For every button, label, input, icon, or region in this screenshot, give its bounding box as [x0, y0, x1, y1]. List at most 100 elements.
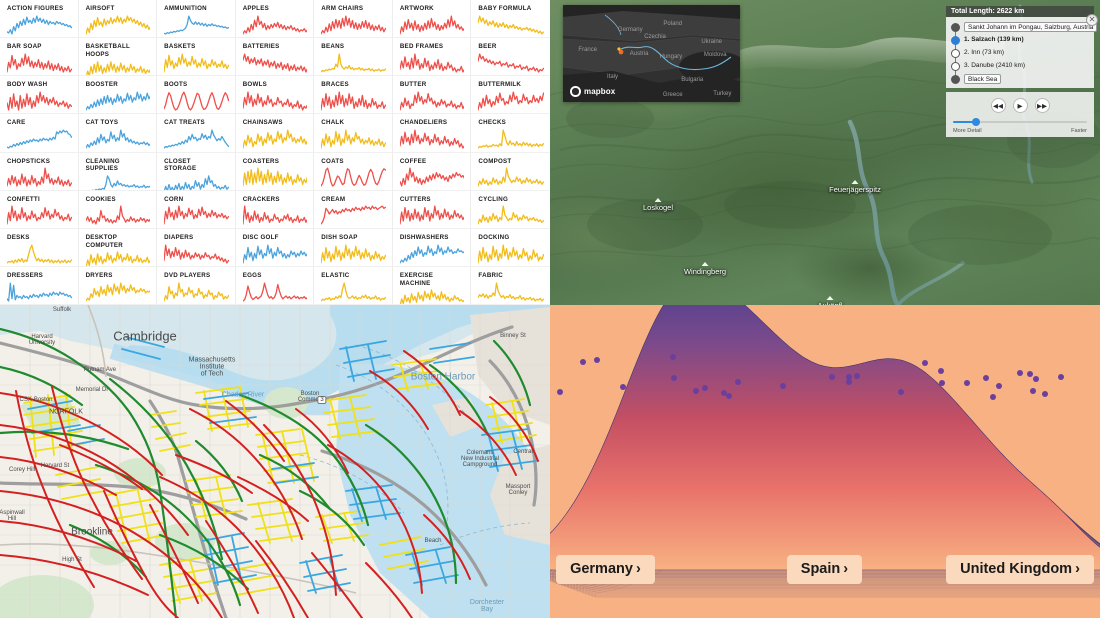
river-route-panel[interactable]: Total Length: 2622 km ✕ Sankt Johann im …	[946, 6, 1098, 137]
sparkline-cell[interactable]: CARE	[0, 114, 79, 153]
sparkline-cell[interactable]: AMMUNITION	[157, 0, 236, 39]
sparkline-label: COASTERS	[242, 157, 280, 165]
sparkline-cell[interactable]: DRYERS	[78, 266, 158, 305]
rail-dot-3[interactable]	[951, 62, 960, 71]
sparkline-cell[interactable]: DISHWASHERS	[392, 228, 472, 267]
fast-forward-icon[interactable]: ▶▶	[1034, 98, 1050, 113]
sparkline-cell[interactable]: BASKETBALL HOOPS	[78, 38, 158, 77]
playback-controls[interactable]: ◀◀ ▶ ▶▶ More Detail Faster	[946, 92, 1094, 137]
sparkline-label: CHAINSAWS	[242, 119, 283, 127]
sparkline-cell[interactable]: EXERCISE MACHINE	[392, 266, 472, 305]
country-label-spain: Spain	[800, 561, 841, 577]
sparkline-cell[interactable]: CUTTERS	[392, 190, 472, 229]
route-segment-3[interactable]: 3. Danube (2410 km)	[964, 61, 1097, 71]
country-button-row: Germany › Spain › United Kingdom ›	[550, 555, 1100, 584]
sparkline-cell[interactable]: EGGS	[235, 266, 315, 305]
sparkline-cell[interactable]: ARTWORK	[392, 0, 472, 39]
ridgeline-chart-panel[interactable]: Germany › Spain › United Kingdom ›	[550, 305, 1100, 618]
sparkline-cell[interactable]: CHOPSTICKS	[0, 152, 79, 191]
sparkline-cell[interactable]: COATS	[314, 152, 393, 191]
sparkline-plot	[164, 243, 229, 264]
sparkline-cell[interactable]: COFFEE	[392, 152, 472, 191]
sparkline-cell[interactable]: CORN	[157, 190, 236, 229]
sparkline-cell[interactable]: CHECKS	[471, 114, 550, 153]
boston-map-canvas[interactable]	[0, 305, 550, 618]
sparkline-plot	[7, 166, 72, 187]
peak-label-text: Windingberg	[683, 267, 727, 276]
sparkline-cell[interactable]: BUTTER	[392, 76, 472, 115]
sparkline-cell[interactable]: AIRSOFT	[78, 0, 158, 39]
country-button-united-kingdom[interactable]: United Kingdom ›	[946, 555, 1094, 584]
rail-dot-1[interactable]	[951, 36, 960, 45]
sparkline-cell[interactable]: BABY FORMULA	[471, 0, 550, 39]
sparkline-cell[interactable]: BEANS	[314, 38, 393, 77]
sparkline-plot	[243, 166, 308, 187]
sparkline-cell[interactable]: CAT TREATS	[157, 114, 236, 153]
boston-bike-map-panel[interactable]: Cambridge Boston Harbor Charles River Massa…	[0, 305, 550, 618]
route-segment-2[interactable]: 2. Inn (73 km)	[964, 48, 1097, 58]
sparkline-cell[interactable]: DESKTOP COMPUTER	[78, 228, 158, 267]
sparkline-cell[interactable]: ACTION FIGURES	[0, 0, 79, 39]
sparkline-cell[interactable]: FABRIC	[471, 266, 550, 305]
rewind-icon[interactable]: ◀◀	[990, 98, 1006, 113]
sparkline-cell[interactable]: BOWLS	[235, 76, 315, 115]
route-origin[interactable]: Sankt Johann im Pongau, Salzburg, Austri…	[964, 22, 1098, 32]
sparkline-cell[interactable]: ELASTIC	[314, 266, 393, 305]
sparkline-cell[interactable]: DISC GOLF	[235, 228, 315, 267]
sparkline-label: BUTTERMILK	[478, 81, 522, 89]
sparkline-cell[interactable]: DESKS	[0, 228, 79, 267]
sparkline-cell[interactable]: BATTERIES	[235, 38, 315, 77]
sparkline-cell[interactable]: CONFETTI	[0, 190, 79, 229]
sparkline-cell[interactable]: BEER	[471, 38, 550, 77]
sparkline-label: BRACES	[321, 81, 349, 89]
sparkline-label: DOCKING	[478, 233, 510, 241]
speed-slider-knob[interactable]	[971, 118, 980, 126]
rail-dot-2[interactable]	[951, 49, 960, 58]
sparkline-cell[interactable]: ARM CHAIRS	[314, 0, 393, 39]
minimap-inset[interactable]: Poland Germany Ukraine Czechia France Hungary…	[563, 5, 740, 102]
route-destination[interactable]: Black Sea	[964, 74, 1002, 84]
sparkline-cell[interactable]: CYCLING	[471, 190, 550, 229]
sparkline-plot	[321, 204, 386, 225]
sparkline-cell[interactable]: BODY WASH	[0, 76, 79, 115]
sparkline-label: BOOSTER	[85, 81, 118, 89]
sparkline-cell[interactable]: CLOSET STORAGE	[157, 152, 236, 191]
sparkline-cell[interactable]: CHALK	[314, 114, 393, 153]
sparkline-cell[interactable]: CHAINSAWS	[235, 114, 315, 153]
sparkline-cell[interactable]: BASKETS	[157, 38, 236, 77]
minimap-country-label: Germany	[617, 27, 643, 34]
mapbox-logo[interactable]: mapbox	[570, 86, 615, 97]
sparkline-cell[interactable]: COASTERS	[235, 152, 315, 191]
country-button-germany[interactable]: Germany ›	[556, 555, 655, 584]
sparkline-cell[interactable]: CLEANING SUPPLIES	[78, 152, 158, 191]
terrain-map-panel[interactable]: Poland Germany Ukraine Czechia France Hungary…	[550, 0, 1100, 305]
country-button-spain[interactable]: Spain ›	[786, 555, 863, 584]
route-segment-1[interactable]: 1. Salzach (139 km)	[964, 35, 1097, 45]
minimap-country-label: Czechia	[644, 34, 666, 40]
sparkline-cell[interactable]: CHANDELIERS	[392, 114, 472, 153]
sparkline-cell[interactable]: DVD PLAYERS	[157, 266, 236, 305]
sparkline-cell[interactable]: BUTTERMILK	[471, 76, 550, 115]
play-icon[interactable]: ▶	[1012, 98, 1028, 113]
sparkline-cell[interactable]: BOOTS	[157, 76, 236, 115]
sparkline-plot	[400, 14, 465, 35]
sparkline-cell[interactable]: DRESSERS	[0, 266, 79, 305]
sparkline-cell[interactable]: BED FRAMES	[392, 38, 472, 77]
speed-slider[interactable]	[953, 118, 1087, 126]
sparkline-cell[interactable]: APPLES	[235, 0, 315, 39]
sparkline-cell[interactable]: CAT TOYS	[78, 114, 158, 153]
sparkline-cell[interactable]: BOOSTER	[78, 76, 158, 115]
sparkline-label: ARM CHAIRS	[321, 5, 364, 12]
sparkline-cell[interactable]: DIAPERS	[157, 228, 236, 267]
mountain-peak-icon	[654, 198, 662, 202]
sparkline-cell[interactable]: COMPOST	[471, 152, 550, 191]
sparkline-cell[interactable]: BRACES	[314, 76, 393, 115]
close-icon[interactable]: ✕	[1086, 14, 1098, 26]
sparkline-cell[interactable]: DOCKING	[471, 228, 550, 267]
sparkline-cell[interactable]: COOKIES	[78, 190, 158, 229]
sparkline-label: DESKTOP COMPUTER	[85, 233, 123, 249]
sparkline-cell[interactable]: DISH SOAP	[314, 228, 393, 267]
sparkline-cell[interactable]: CRACKERS	[235, 190, 315, 229]
sparkline-cell[interactable]: BAR SOAP	[0, 38, 79, 77]
sparkline-cell[interactable]: CREAM	[314, 190, 393, 229]
